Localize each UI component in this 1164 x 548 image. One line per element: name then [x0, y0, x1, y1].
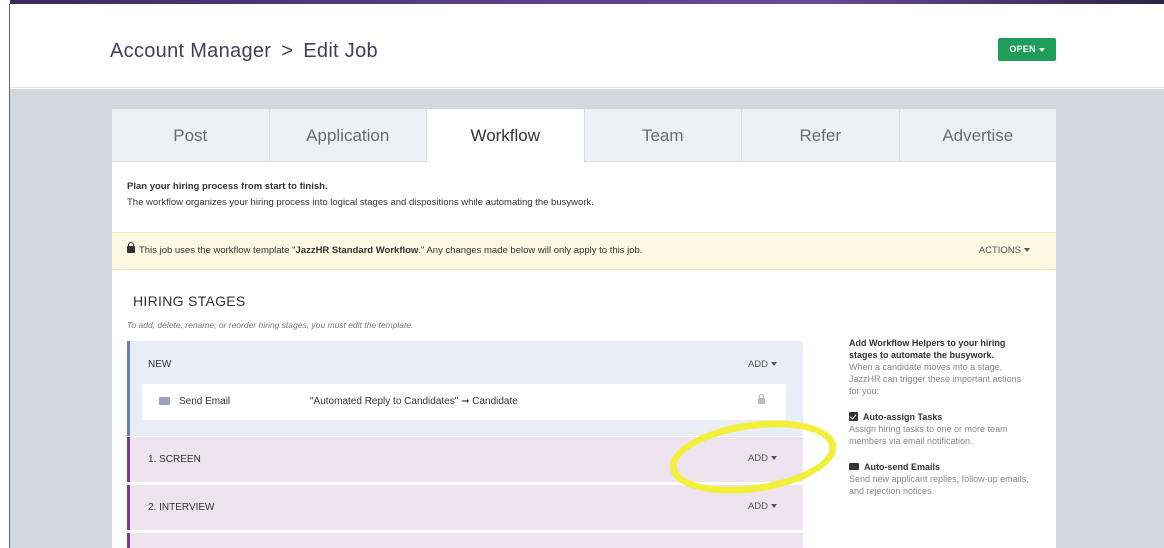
- actions-label: ACTIONS: [978, 245, 1021, 256]
- stage-name: 1. SCREEN: [148, 454, 201, 465]
- tab-team[interactable]: Team: [584, 109, 742, 162]
- helper-label: Send Email: [179, 396, 231, 407]
- sidebar-item-title: Auto-assign Tasks: [849, 411, 1029, 423]
- page-title: Account Manager > Edit Job: [110, 40, 378, 63]
- sidebar-item-auto-send-emails: Auto-send Emails Send new applicant repl…: [849, 461, 1029, 497]
- tab-refer[interactable]: Refer: [742, 109, 900, 162]
- chevron-down-icon: [1038, 47, 1045, 52]
- lock-icon: [758, 394, 765, 404]
- job-edit-card: Post Application Workflow Team Refer Adv…: [112, 109, 1056, 548]
- tab-bar: Post Application Workflow Team Refer Adv…: [112, 109, 1056, 162]
- actions-dropdown[interactable]: ACTIONS: [979, 245, 1030, 256]
- stage-add-button[interactable]: ADD: [748, 453, 777, 464]
- stage-screen: 1. SCREEN ADD: [127, 437, 803, 482]
- add-label: ADD: [747, 359, 768, 370]
- stage-name: NEW: [148, 359, 172, 370]
- auto-send-title: Auto-send Emails: [864, 462, 941, 472]
- open-button-label: OPEN: [1009, 44, 1036, 54]
- chevron-down-icon: [1024, 248, 1030, 253]
- banner-text-after: ." Any changes made below will only appl…: [418, 245, 643, 256]
- template-notice-banner: This job uses the workflow template "Jaz…: [112, 232, 1056, 270]
- email-icon: [159, 397, 170, 405]
- banner-template-name: JazzHR Standard Workflow: [295, 245, 419, 256]
- banner-text: This job uses the workflow template "Jaz…: [127, 242, 643, 256]
- tab-workflow[interactable]: Workflow: [427, 109, 585, 162]
- stage-name: 2. INTERVIEW: [148, 502, 215, 513]
- add-label: ADD: [747, 453, 768, 464]
- tab-advertise[interactable]: Advertise: [899, 109, 1056, 162]
- intro-heading: Plan your hiring process from start to f…: [127, 181, 328, 192]
- page-header: Account Manager > Edit Job OPEN: [10, 4, 1164, 88]
- envelope-icon: [849, 463, 859, 470]
- tab-application[interactable]: Application: [269, 109, 427, 162]
- chevron-down-icon: [771, 456, 777, 461]
- checkbox-icon: [849, 412, 858, 421]
- chevron-down-icon: [771, 504, 777, 509]
- stage-interview: 2. INTERVIEW ADD: [127, 485, 803, 530]
- stage-add-button[interactable]: ADD: [748, 501, 777, 512]
- auto-assign-title: Auto-assign Tasks: [863, 412, 943, 422]
- banner-text-before: This job uses the workflow template ": [139, 245, 296, 256]
- helper-detail: "Automated Reply to Candidates" ➞ Candid…: [310, 396, 518, 407]
- sidebar-title: Add Workflow Helpers to your hiring stag…: [849, 338, 1006, 360]
- hiring-stages-subtitle: To add, delete, rename, or reorder hirin…: [127, 320, 414, 330]
- sidebar-item-title: Auto-send Emails: [849, 461, 1029, 473]
- add-label: ADD: [747, 501, 768, 512]
- sidebar-item-description: Assign hiring tasks to one or more team …: [849, 424, 1008, 446]
- stage-add-button[interactable]: ADD: [748, 359, 777, 370]
- sidebar-item-description: Send new applicant replies, follow-up em…: [849, 474, 1029, 496]
- breadcrumb-current: Edit Job: [303, 40, 378, 62]
- sidebar-description: When a candidate moves into a stage, Jaz…: [849, 362, 1022, 396]
- stage-next-partial: [127, 533, 803, 548]
- workflow-helper-row[interactable]: Send Email "Automated Reply to Candidate…: [142, 384, 786, 420]
- job-status-open-button[interactable]: OPEN: [998, 38, 1056, 61]
- workflow-intro: Plan your hiring process from start to f…: [127, 181, 594, 208]
- stage-new: NEW ADD Send Email "Automated Reply to C…: [127, 341, 803, 436]
- intro-text: The workflow organizes your hiring proce…: [127, 197, 594, 208]
- chevron-down-icon: [771, 362, 777, 367]
- tab-post[interactable]: Post: [112, 109, 270, 162]
- sidebar-item-auto-assign-tasks: Auto-assign Tasks Assign hiring tasks to…: [849, 411, 1029, 447]
- breadcrumb-account-manager[interactable]: Account Manager: [110, 40, 271, 62]
- breadcrumb-separator: >: [281, 40, 294, 62]
- lock-icon: [127, 242, 135, 253]
- workflow-helpers-sidebar: Add Workflow Helpers to your hiring stag…: [849, 337, 1029, 497]
- hiring-stages-title: HIRING STAGES: [133, 293, 246, 309]
